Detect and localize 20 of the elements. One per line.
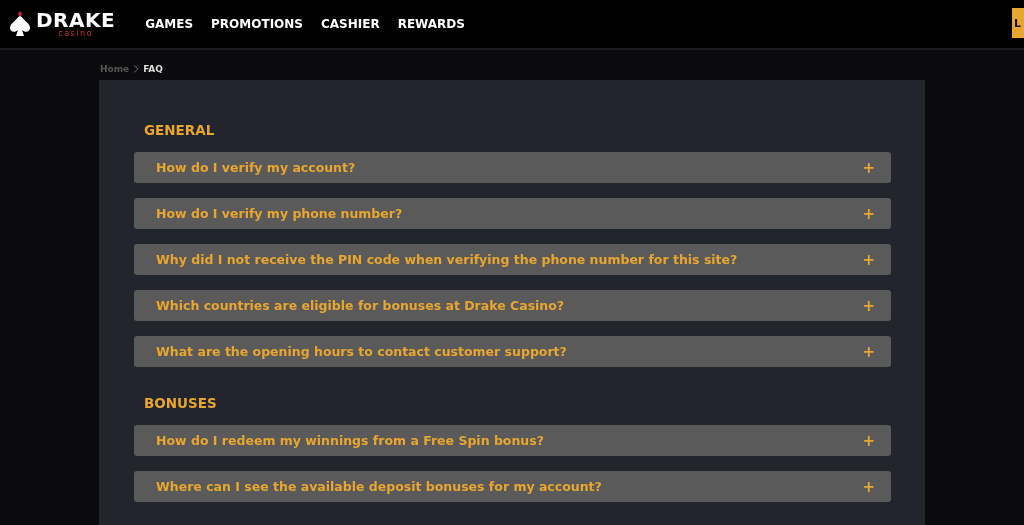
- faq-question[interactable]: What are the opening hours to contact customer support? +: [134, 336, 891, 367]
- faq-question[interactable]: Why did I not receive the PIN code when verifying the phone number for this site? +: [134, 244, 891, 275]
- logo-tagline: casino: [58, 30, 93, 38]
- logo-wordmark: DRAKE: [36, 10, 116, 30]
- nav-link[interactable]: PROMOTIONS: [211, 17, 303, 31]
- spade-logo-icon: [8, 11, 32, 37]
- breadcrumb-link[interactable]: FAQ: [143, 64, 163, 74]
- faq-question[interactable]: How do I verify my account? +: [134, 152, 891, 183]
- nav-link[interactable]: REWARDS: [397, 17, 465, 31]
- section-heading: BONUSES: [144, 395, 218, 411]
- header-button[interactable]: L: [1012, 8, 1024, 38]
- nav-link[interactable]: CASHIER: [321, 17, 380, 31]
- nav-link[interactable]: GAMES: [145, 17, 194, 31]
- section-heading: GENERAL: [144, 122, 216, 138]
- breadcrumb-link[interactable]: Home: [100, 64, 130, 74]
- faq-question[interactable]: How do I redeem my winnings from a Free Spin bonus? +: [134, 425, 891, 456]
- faq-question[interactable]: How do I verify my phone number? +: [134, 198, 891, 229]
- faq-question[interactable]: Where can I see the available deposit bonuses for my account? +: [134, 471, 891, 502]
- chevron-icon: [133, 65, 140, 73]
- faq-question[interactable]: Which countries are eligible for bonuses at Drake Casino? +: [134, 290, 891, 321]
